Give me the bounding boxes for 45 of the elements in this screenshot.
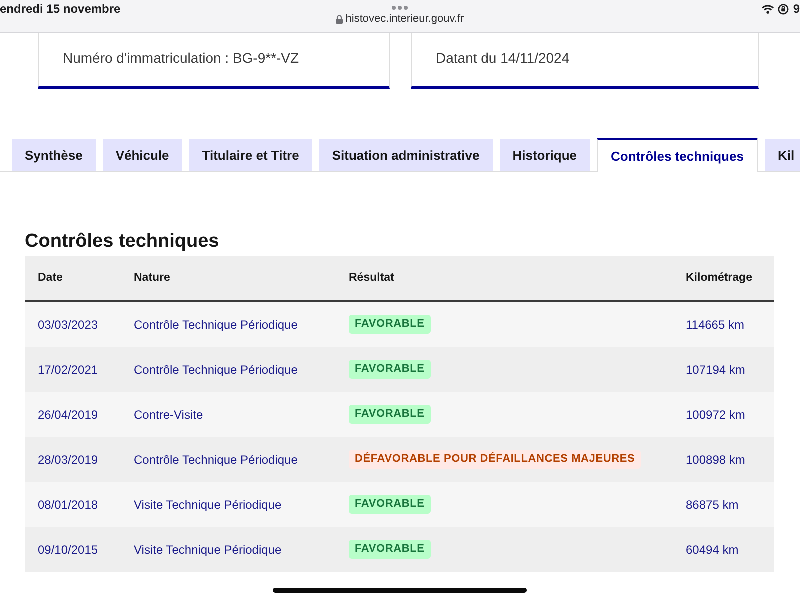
card-text: Datant du 14/11/2024 <box>436 50 570 66</box>
mileage-cell: 114665 km <box>686 318 744 332</box>
more-dots-icon[interactable] <box>392 6 408 10</box>
nature-cell: Visite Technique Périodique <box>134 542 282 556</box>
column-header: Résultat <box>348 272 394 284</box>
date-cell: 08/01/2018 <box>38 498 98 512</box>
result-badge: FAVORABLE <box>349 405 431 424</box>
mileage-cell: 86875 km <box>686 498 739 512</box>
url-text[interactable]: histovec.interieur.gouv.fr <box>346 13 464 25</box>
mileage-cell: 107194 km <box>686 362 746 376</box>
result-badge: FAVORABLE <box>349 540 431 559</box>
tab[interactable]: Contrôles techniques <box>597 138 758 172</box>
column-header: Kilométrage <box>685 272 752 284</box>
nature-cell: Visite Technique Périodique <box>134 498 282 512</box>
mileage-cell: 100972 km <box>686 408 746 422</box>
tab[interactable]: Véhicule <box>102 139 182 171</box>
result-badge: DÉFAVORABLE POUR DÉFAILLANCES MAJEURES <box>349 450 642 469</box>
date-cell: 28/03/2019 <box>38 452 98 466</box>
tab[interactable]: Situation administrative <box>319 139 493 171</box>
wifi-icon <box>762 4 774 14</box>
tab[interactable]: Kil <box>764 139 800 171</box>
nature-cell: Contre-Visite <box>134 408 204 422</box>
date-cell: 03/03/2023 <box>38 318 98 332</box>
tab[interactable]: Historique <box>500 139 590 171</box>
nature-cell: Contrôle Technique Périodique <box>134 452 298 466</box>
lock-icon <box>336 14 343 24</box>
column-header: Date <box>37 272 63 284</box>
column-header: Nature <box>133 272 170 284</box>
orientation-lock-icon <box>778 4 790 14</box>
nature-cell: Contrôle Technique Périodique <box>134 318 298 332</box>
nature-cell: Contrôle Technique Périodique <box>134 362 298 376</box>
result-badge: FAVORABLE <box>349 360 431 379</box>
battery-percent: 9 <box>793 2 800 16</box>
result-badge: FAVORABLE <box>349 495 431 514</box>
date-cell: 26/04/2019 <box>38 408 98 422</box>
tab[interactable]: Titulaire et Titre <box>189 139 312 171</box>
date-cell: 09/10/2015 <box>38 542 98 556</box>
status-date: endredi 15 novembre <box>0 2 121 16</box>
tab[interactable]: Synthèse <box>12 139 96 171</box>
card-text: Numéro d'immatriculation : BG-9**-VZ <box>63 50 300 66</box>
mileage-cell: 60494 km <box>686 542 739 556</box>
result-badge: FAVORABLE <box>349 315 431 334</box>
date-cell: 17/02/2021 <box>38 362 98 376</box>
mileage-cell: 100898 km <box>686 452 746 466</box>
section-title: Contrôles techniques <box>25 231 220 253</box>
